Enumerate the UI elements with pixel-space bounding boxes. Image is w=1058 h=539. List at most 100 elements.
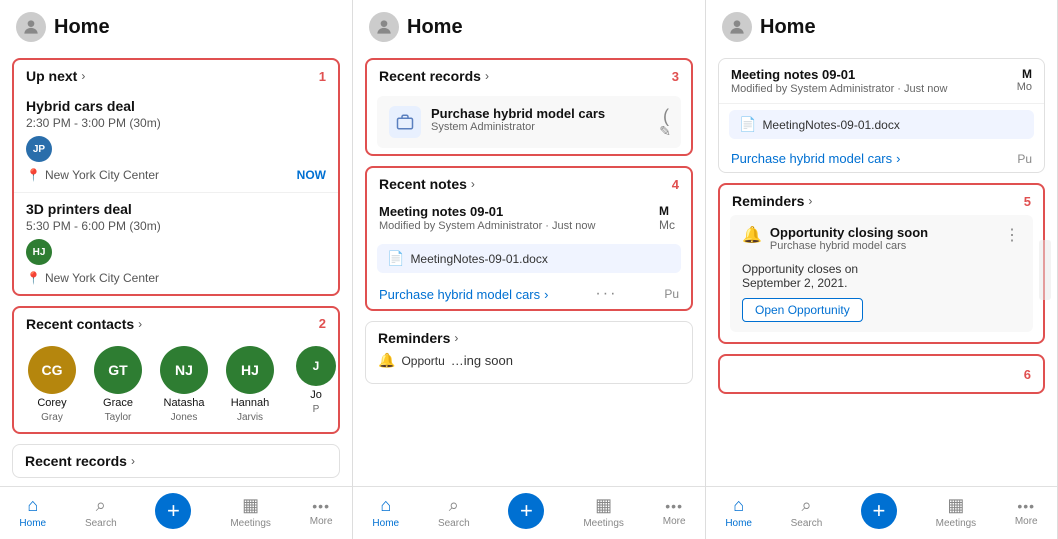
up-next-header: Up next › 1 [14, 60, 338, 90]
contact-hj[interactable]: HJ Hannah Jarvis [224, 346, 276, 423]
reminders-partial-2: Reminders › 🔔 Opportu …ing soon [365, 321, 693, 384]
recent-contacts-number: 2 [319, 316, 326, 331]
recent-notes-title-2: Recent notes [379, 176, 467, 192]
contact-j[interactable]: J Jo P [290, 346, 338, 423]
briefcase-icon [389, 106, 421, 138]
nav-more-2[interactable]: ••• More [663, 498, 686, 527]
note-link-3[interactable]: Purchase hybrid model cars › [731, 151, 900, 166]
note-more-2: ··· [595, 285, 617, 303]
recent-records-header-2: Recent records › 3 [367, 60, 691, 90]
page-title-2: Home [407, 16, 463, 39]
search-icon-2: ⌕ [449, 495, 459, 516]
up-next-title: Up next [26, 68, 77, 84]
nav-more-3[interactable]: ••• More [1015, 498, 1038, 527]
reminder-desc-3: Opportunity closes onSeptember 2, 2021. [742, 262, 1021, 290]
reminders-header-3: Reminders › 5 [720, 185, 1043, 215]
nav-meetings-3[interactable]: ▦ Meetings [936, 495, 977, 529]
alarm-icon: 🔔 [742, 225, 762, 245]
note-attachment-2: 📄 MeetingNotes-09-01.docx [377, 244, 681, 273]
event-badge-2: HJ [26, 239, 52, 265]
event-item-2[interactable]: 3D printers deal 5:30 PM - 6:00 PM (30m)… [14, 193, 338, 295]
reminders-card-3: Reminders › 5 🔔 Opportunity closing soon… [718, 183, 1045, 344]
avatar-2 [369, 12, 399, 42]
recent-records-number-2: 3 [672, 69, 679, 84]
nav-meetings-label: Meetings [230, 518, 271, 529]
record-item-1[interactable]: Purchase hybrid model cars System Admini… [377, 96, 681, 148]
event-now-1: NOW [297, 168, 326, 182]
recent-notes-card-2: Recent notes › 4 Meeting notes 09-01 Mod… [365, 166, 693, 311]
contacts-row: CG Corey Gray GT Grace Taylor NJ Natasha… [14, 338, 338, 433]
nav-search-label-3: Search [791, 518, 823, 529]
fab-button[interactable]: + [155, 493, 191, 529]
meetings-icon: ▦ [242, 495, 259, 516]
doc-icon: 📄 [387, 250, 404, 267]
reminders-number-3: 5 [1024, 194, 1031, 209]
nav-meetings-label-2: Meetings [583, 518, 624, 529]
recent-contacts-card: Recent contacts › 2 CG Corey Gray GT Gra… [12, 306, 340, 434]
nav-meetings-label-3: Meetings [936, 518, 977, 529]
reminders-title-3: Reminders [732, 193, 804, 209]
open-opportunity-btn[interactable]: Open Opportunity [742, 298, 863, 322]
contact-gt[interactable]: GT Grace Taylor [92, 346, 144, 423]
nav-home-label: Home [19, 518, 46, 529]
event-badge-1: JP [26, 136, 52, 162]
meetings-icon-2: ▦ [595, 495, 612, 516]
reminder-more-3: ⋮ [1004, 225, 1021, 245]
recent-notes-header-2: Recent notes › 4 [367, 168, 691, 198]
recent-records-partial: Recent records › [12, 444, 340, 478]
note-meta-3: Modified by System Administrator · Just … [731, 83, 1004, 95]
contact-nj[interactable]: NJ Natasha Jones [158, 346, 210, 423]
attachment-name-2: MeetingNotes-09-01.docx [410, 252, 547, 266]
recent-contacts-chevron: › [138, 317, 142, 331]
nav-fab-1[interactable]: + [155, 493, 191, 531]
panel-3: Home Meeting notes 09-01 Modified by Sys… [706, 0, 1058, 539]
bottom-nav-1: ⌂ Home ⌕ Search + ▦ Meetings ••• More [0, 486, 352, 539]
nav-more-1[interactable]: ••• More [310, 498, 333, 527]
event-item-1[interactable]: Hybrid cars deal 2:30 PM - 3:00 PM (30m)… [14, 90, 338, 193]
nav-search-2[interactable]: ⌕ Search [438, 495, 470, 529]
event-title-2: 3D printers deal [26, 201, 326, 217]
note-title-3: Meeting notes 09-01 [731, 67, 1004, 82]
bell-icon: 🔔 [378, 352, 395, 369]
nav-search-1[interactable]: ⌕ Search [85, 495, 117, 529]
nav-meetings-1[interactable]: ▦ Meetings [230, 495, 271, 529]
nav-fab-3[interactable]: + [861, 493, 897, 531]
note-attachment-3: 📄 MeetingNotes-09-01.docx [729, 110, 1034, 139]
reminder-title-3: Opportunity closing soon [770, 225, 996, 240]
contact-cg[interactable]: CG Corey Gray [26, 346, 78, 423]
panel-3-header: Home [706, 0, 1057, 50]
nav-home-2[interactable]: ⌂ Home [372, 495, 399, 529]
nav-home-3[interactable]: ⌂ Home [725, 495, 752, 529]
section6-card: 6 [718, 354, 1045, 394]
nav-home-1[interactable]: ⌂ Home [19, 495, 46, 529]
nav-meetings-2[interactable]: ▦ Meetings [583, 495, 624, 529]
more-icon-3: ••• [1017, 498, 1035, 514]
note-meta-2: Modified by System Administrator · Just … [379, 220, 651, 232]
more-icon: ••• [312, 498, 330, 514]
avatar [16, 12, 46, 42]
section6-number: 6 [1024, 367, 1031, 382]
panel-2: Home Recent records › 3 Purchas [353, 0, 706, 539]
reminder-subtitle-3: Purchase hybrid model cars [770, 240, 996, 252]
note-title-2: Meeting notes 09-01 [379, 204, 651, 219]
recent-records-card-2: Recent records › 3 Purchase hybrid model… [365, 58, 693, 156]
notes-detail-card: Meeting notes 09-01 Modified by System A… [718, 58, 1045, 173]
home-icon-2: ⌂ [380, 495, 391, 516]
recent-contacts-title: Recent contacts [26, 316, 134, 332]
panel-1: Home Up next › 1 Hybrid cars deal 2:30 P… [0, 0, 353, 539]
panel-1-header: Home [0, 0, 352, 50]
nav-search-3[interactable]: ⌕ Search [791, 495, 823, 529]
search-icon-3: ⌕ [801, 495, 811, 516]
home-icon-3: ⌂ [733, 495, 744, 516]
fab-button-2[interactable]: + [508, 493, 544, 529]
nav-more-label-3: More [1015, 516, 1038, 527]
home-icon: ⌂ [27, 495, 38, 516]
note-link-2[interactable]: Purchase hybrid model cars › [379, 287, 548, 302]
nav-search-label: Search [85, 518, 117, 529]
fab-button-3[interactable]: + [861, 493, 897, 529]
page-title: Home [54, 16, 110, 39]
doc-icon-3: 📄 [739, 116, 756, 133]
nav-fab-2[interactable]: + [508, 493, 544, 531]
up-next-chevron: › [81, 69, 85, 83]
recent-contacts-header: Recent contacts › 2 [14, 308, 338, 338]
